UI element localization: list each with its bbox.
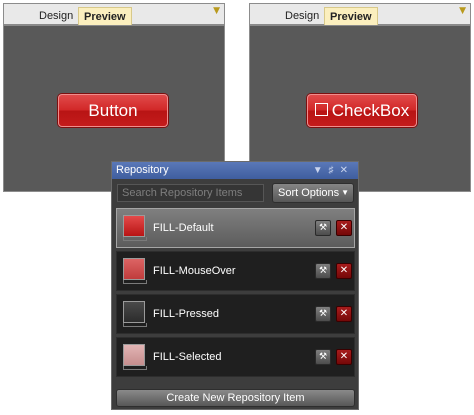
- repository-item-fill-selected[interactable]: FILL-Selected ⚒ ✕: [116, 337, 355, 377]
- tab-preview[interactable]: Preview: [78, 7, 132, 25]
- edit-tools-icon[interactable]: ⚒: [315, 349, 331, 365]
- pin-icon[interactable]: ♯: [329, 165, 340, 176]
- repository-header: Repository ▼♯✕: [112, 162, 358, 179]
- checkbox-square-icon: [314, 103, 328, 117]
- delete-icon[interactable]: ✕: [336, 220, 352, 236]
- edit-tools-icon[interactable]: ⚒: [315, 306, 331, 322]
- item-label: FILL-MouseOver: [153, 265, 236, 277]
- delete-icon[interactable]: ✕: [336, 263, 352, 279]
- swatch-icon: [123, 258, 147, 284]
- preview-button[interactable]: Button: [58, 94, 168, 127]
- header-controls: ▼♯✕: [313, 162, 354, 179]
- swatch-icon: [123, 215, 147, 241]
- repository-title: Repository: [116, 164, 169, 176]
- repository-panel: Repository ▼♯✕ Search Repository Items S…: [111, 161, 359, 410]
- chevron-down-icon[interactable]: ▼: [459, 6, 466, 16]
- tab-design[interactable]: Design: [280, 7, 324, 25]
- preview-checkbox-label: CheckBox: [331, 101, 410, 120]
- delete-icon[interactable]: ✕: [336, 349, 352, 365]
- close-icon[interactable]: ✕: [340, 165, 354, 176]
- swatch-icon: [123, 344, 147, 370]
- edit-tools-icon[interactable]: ⚒: [315, 220, 331, 236]
- tab-preview[interactable]: Preview: [324, 7, 378, 25]
- create-repository-item-button[interactable]: Create New Repository Item: [116, 389, 355, 407]
- sort-options-button[interactable]: Sort Options ▼: [272, 183, 354, 203]
- tab-design[interactable]: Design: [34, 7, 78, 25]
- search-input[interactable]: Search Repository Items: [117, 184, 264, 202]
- edit-tools-icon[interactable]: ⚒: [315, 263, 331, 279]
- swatch-icon: [123, 301, 147, 327]
- repository-item-fill-mouseover[interactable]: FILL-MouseOver ⚒ ✕: [116, 251, 355, 291]
- tab-bar: Design Preview ▼: [250, 4, 470, 26]
- dropdown-icon[interactable]: ▼: [313, 165, 329, 176]
- item-label: FILL-Selected: [153, 351, 222, 363]
- chevron-down-icon: ▼: [341, 188, 349, 197]
- item-label: FILL-Pressed: [153, 308, 220, 320]
- sort-options-label: Sort Options: [278, 187, 340, 199]
- repository-item-fill-default[interactable]: FILL-Default ⚒ ✕: [116, 208, 355, 248]
- delete-icon[interactable]: ✕: [336, 306, 352, 322]
- tab-bar: Design Preview ▼: [4, 4, 224, 26]
- preview-button-label: Button: [88, 101, 138, 120]
- item-label: FILL-Default: [153, 222, 214, 234]
- preview-checkbox[interactable]: CheckBox: [307, 94, 417, 127]
- chevron-down-icon[interactable]: ▼: [213, 6, 220, 16]
- repository-item-fill-pressed[interactable]: FILL-Pressed ⚒ ✕: [116, 294, 355, 334]
